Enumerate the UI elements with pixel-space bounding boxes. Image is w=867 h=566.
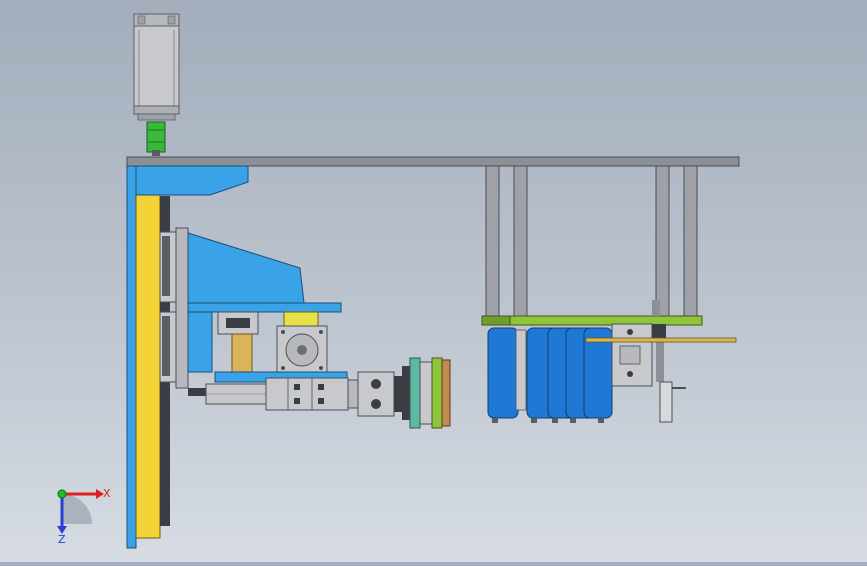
yellow-bracket	[283, 311, 319, 327]
cad-viewport[interactable]: X Z	[0, 0, 867, 562]
y-axis-icon	[57, 489, 67, 499]
z-axis-label: Z	[58, 533, 66, 546]
gearbox	[347, 371, 402, 417]
slider-block	[217, 311, 259, 373]
x-axis-label: X	[103, 487, 111, 500]
gripper-head	[402, 357, 451, 429]
shaft-coupling	[146, 121, 166, 156]
tan-strip	[585, 337, 737, 343]
hanging-rods	[485, 165, 698, 317]
servo-motor	[133, 13, 180, 121]
stepper-motor	[276, 325, 328, 375]
coordinate-triad: X Z	[57, 487, 111, 546]
pneumatic-cylinder	[188, 377, 349, 411]
top-beam	[126, 156, 740, 167]
assembly-drawing: X Z	[57, 13, 740, 549]
